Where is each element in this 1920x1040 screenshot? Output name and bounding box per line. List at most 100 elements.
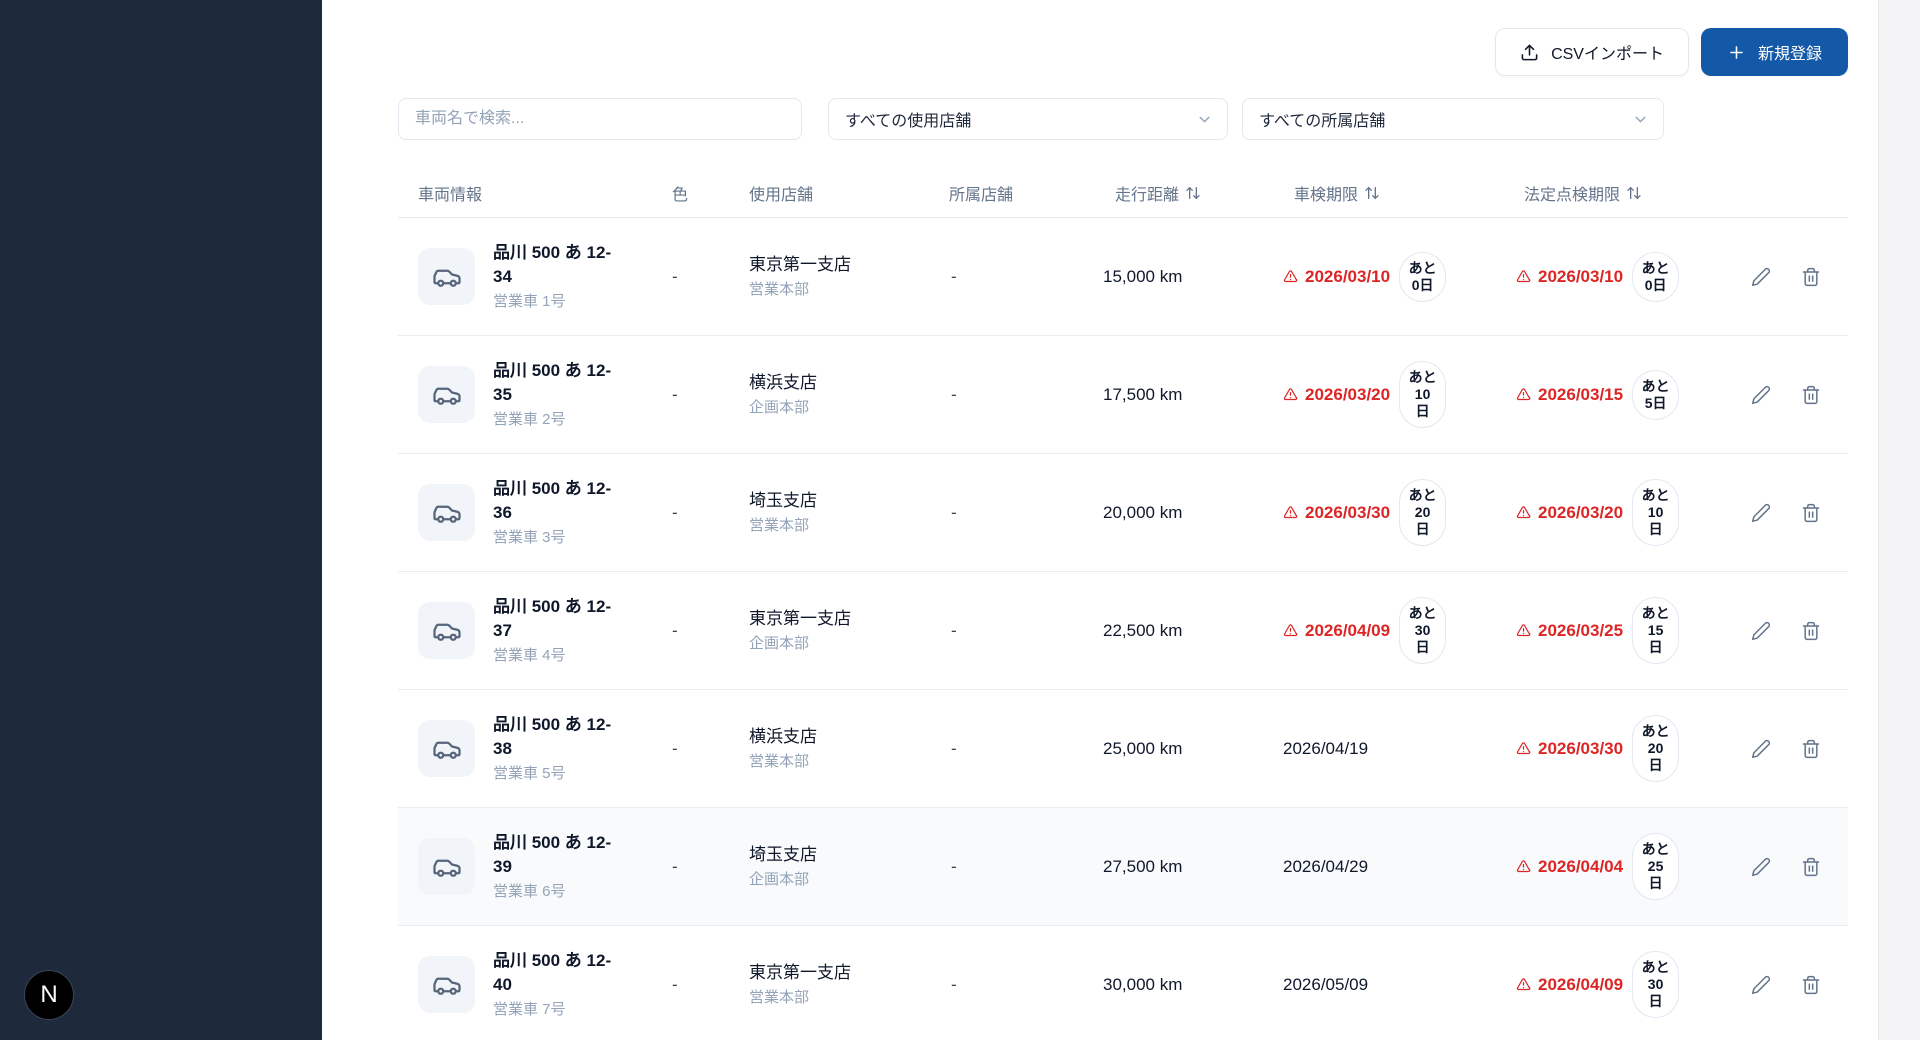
toolbar: CSVインポート 新規登録 [398,28,1848,76]
color-cell: - [660,503,735,523]
delete-button[interactable] [1801,739,1821,759]
mileage-cell: 20,000 km [1090,503,1270,523]
vehicle-plate: 品川 500 あ 12-35 [493,359,621,407]
use-store-cell: 横浜支店 企画本部 [735,371,940,419]
vehicle-plate: 品川 500 あ 12-40 [493,949,621,997]
table-row[interactable]: 品川 500 あ 12-35 営業車 2号 - 横浜支店 企画本部 - 17,5… [398,336,1848,454]
car-icon [418,838,475,895]
use-store-name: 埼玉支店 [749,843,940,867]
edit-button[interactable] [1751,621,1771,641]
edit-button[interactable] [1751,739,1771,759]
warning-triangle-icon [1516,269,1531,284]
color-cell: - [660,385,735,405]
days-left-badge: あと30日 [1632,951,1679,1018]
table-row[interactable]: 品川 500 あ 12-34 営業車 1号 - 東京第一支店 営業本部 - 15… [398,218,1848,336]
plus-icon [1727,43,1746,62]
delete-button[interactable] [1801,385,1821,405]
days-left-badge: あと30日 [1399,597,1446,664]
legal-inspection-date: 2026/04/04 [1538,857,1623,877]
vehicle-name: 営業車 7号 [493,999,621,1021]
car-icon [418,484,475,541]
table-row[interactable]: 品川 500 あ 12-39 営業車 6号 - 埼玉支店 企画本部 - 27,5… [398,808,1848,926]
inspection-cell: 2026/04/19 [1270,739,1510,759]
use-store-name: 東京第一支店 [749,253,940,277]
header-legal-inspection-sort[interactable]: 法定点検期限 [1510,181,1740,205]
belong-store-cell: - [940,857,1090,877]
actions-cell [1740,503,1848,523]
legal-inspection-date: 2026/03/20 [1538,503,1623,523]
inspection-date: 2026/04/29 [1283,857,1368,877]
warning-triangle-icon [1516,505,1531,520]
sort-arrows-icon [1626,185,1642,201]
edit-button[interactable] [1751,857,1771,877]
edit-button[interactable] [1751,385,1771,405]
chevron-down-icon [1196,111,1213,128]
belong-store-filter-select[interactable]: すべての所属店舗 [1242,98,1664,140]
trash-icon [1801,503,1821,523]
vehicle-info-cell: 品川 500 あ 12-37 営業車 4号 [398,595,660,667]
car-icon [418,956,475,1013]
vehicle-info-cell: 品川 500 あ 12-34 営業車 1号 [398,241,660,313]
csv-import-label: CSVインポート [1551,40,1664,64]
filter-bar: すべての使用店舗 すべての所属店舗 [398,98,1848,140]
use-store-cell: 東京第一支店 営業本部 [735,961,940,1009]
legal-inspection-date: 2026/03/15 [1538,385,1623,405]
mileage-cell: 27,500 km [1090,857,1270,877]
delete-button[interactable] [1801,975,1821,995]
vehicle-plate: 品川 500 あ 12-34 [493,241,621,289]
table-row[interactable]: 品川 500 あ 12-37 営業車 4号 - 東京第一支店 企画本部 - 22… [398,572,1848,690]
delete-button[interactable] [1801,503,1821,523]
vehicle-info-cell: 品川 500 あ 12-36 営業車 3号 [398,477,660,549]
trash-icon [1801,857,1821,877]
table-row[interactable]: 品川 500 あ 12-40 営業車 7号 - 東京第一支店 営業本部 - 30… [398,926,1848,1040]
pencil-icon [1751,857,1771,877]
legal-inspection-date: 2026/03/10 [1538,267,1623,287]
use-store-dept: 企画本部 [749,869,940,891]
use-store-dept: 営業本部 [749,515,940,537]
inspection-cell: 2026/03/30 あと20日 [1270,479,1510,546]
edit-button[interactable] [1751,267,1771,287]
header-vehicle-info: 車両情報 [398,181,660,205]
belong-store-cell: - [940,739,1090,759]
vehicle-name: 営業車 5号 [493,763,621,785]
warning-triangle-icon [1516,623,1531,638]
pencil-icon [1751,385,1771,405]
sort-arrows-icon [1185,185,1201,201]
vehicle-info-cell: 品川 500 あ 12-35 営業車 2号 [398,359,660,431]
legal-inspection-date: 2026/04/09 [1538,975,1623,995]
csv-import-button[interactable]: CSVインポート [1495,28,1689,76]
inspection-cell: 2026/03/10 あと0日 [1270,252,1510,302]
vehicle-search-input[interactable] [398,98,802,140]
trash-icon [1801,385,1821,405]
header-use-store: 使用店舗 [735,181,940,205]
vehicle-name: 営業車 1号 [493,291,621,313]
use-store-name: 東京第一支店 [749,607,940,631]
header-mileage-sort[interactable]: 走行距離 [1090,181,1270,205]
header-inspection-sort[interactable]: 車検期限 [1270,181,1510,205]
nextjs-dev-badge[interactable]: N [24,970,74,1020]
edit-button[interactable] [1751,975,1771,995]
use-store-filter-select[interactable]: すべての使用店舗 [828,98,1228,140]
new-register-button[interactable]: 新規登録 [1701,28,1848,76]
inspection-date: 2026/04/09 [1305,621,1390,641]
legal-inspection-cell: 2026/03/30 あと20日 [1510,715,1740,782]
actions-cell [1740,857,1848,877]
use-store-name: 埼玉支店 [749,489,940,513]
legal-inspection-date: 2026/03/30 [1538,739,1623,759]
scrollbar-track[interactable] [1878,0,1920,1040]
table-row[interactable]: 品川 500 あ 12-36 営業車 3号 - 埼玉支店 営業本部 - 20,0… [398,454,1848,572]
warning-triangle-icon [1283,269,1298,284]
table-row[interactable]: 品川 500 あ 12-38 営業車 5号 - 横浜支店 営業本部 - 25,0… [398,690,1848,808]
trash-icon [1801,975,1821,995]
delete-button[interactable] [1801,857,1821,877]
inspection-date: 2026/05/09 [1283,975,1368,995]
pencil-icon [1751,503,1771,523]
edit-button[interactable] [1751,503,1771,523]
warning-triangle-icon [1283,623,1298,638]
delete-button[interactable] [1801,267,1821,287]
delete-button[interactable] [1801,621,1821,641]
warning-triangle-icon [1516,741,1531,756]
vehicle-plate: 品川 500 あ 12-39 [493,831,621,879]
car-icon [418,248,475,305]
trash-icon [1801,621,1821,641]
